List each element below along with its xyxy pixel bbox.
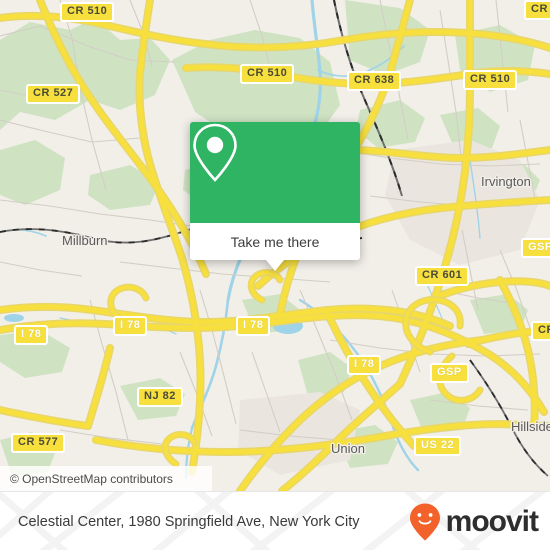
- location-popup-card[interactable]: Take me there: [190, 122, 360, 271]
- road-shield: NJ 82: [137, 387, 183, 407]
- road-shield: CR 510: [60, 2, 115, 22]
- footer-bar: Celestial Center, 1980 Springfield Ave, …: [0, 491, 550, 550]
- road-shield: CR 601: [415, 266, 470, 286]
- road-shield: CR 510: [240, 64, 295, 84]
- location-title: Celestial Center, 1980 Springfield Ave, …: [18, 513, 360, 530]
- road-shield: CR 5: [524, 0, 550, 20]
- popup-header: [190, 122, 360, 223]
- moovit-pin-icon: [409, 503, 440, 540]
- place-label: Millburn: [62, 233, 108, 248]
- attribution-text: © OpenStreetMap contributors: [10, 471, 173, 486]
- moovit-wordmark: moovit: [445, 504, 539, 538]
- road-shield: CR 527: [26, 84, 81, 104]
- place-label: Hillside: [511, 419, 550, 434]
- road-shield: I 78: [14, 325, 49, 345]
- place-label: Union: [331, 441, 365, 456]
- osm-attribution[interactable]: © OpenStreetMap contributors: [0, 466, 212, 491]
- road-shield: I 78: [236, 316, 271, 336]
- road-shield: GSP: [521, 238, 550, 258]
- road-shield: CR 577: [11, 433, 66, 453]
- road-shield: CR 638: [347, 71, 402, 91]
- map-canvas[interactable]: CR 510 CR 510 CR 638 CR 510 CR 5 CR 527 GSP CR …: [0, 0, 550, 491]
- place-label: Irvington: [481, 174, 531, 189]
- popup-pointer-tail: [266, 260, 284, 271]
- map-screenshot: CR 510 CR 510 CR 638 CR 510 CR 5 CR 527 GSP CR …: [0, 0, 550, 550]
- road-shield: I 78: [347, 355, 382, 375]
- take-me-there-label: Take me there: [230, 233, 320, 250]
- map-pin-icon: [193, 123, 237, 182]
- moovit-logo[interactable]: moovit: [408, 492, 539, 550]
- road-shield: I 78: [113, 316, 148, 336]
- road-shield: GSP: [430, 363, 469, 383]
- road-shield: US 22: [414, 436, 462, 456]
- road-shield: CR 510: [463, 70, 518, 90]
- road-shield: CR: [531, 321, 550, 341]
- take-me-there-button[interactable]: Take me there: [190, 223, 360, 260]
